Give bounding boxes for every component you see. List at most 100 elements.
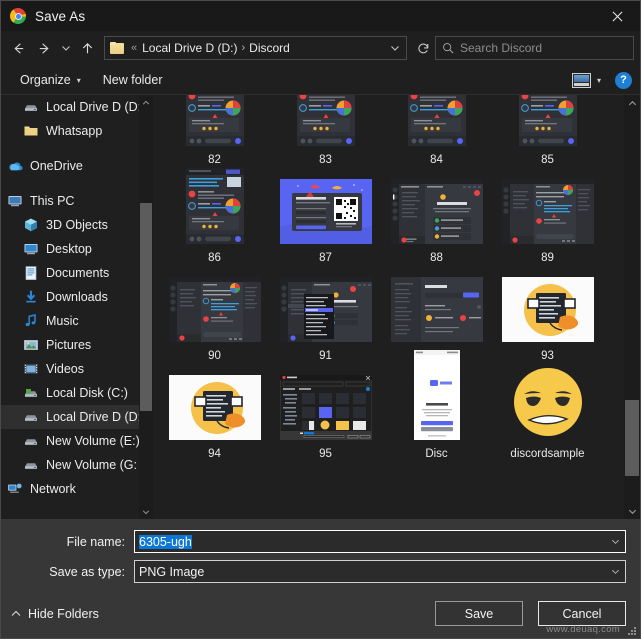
sidebar-item-label: New Volume (G: [46,458,137,472]
file-item[interactable]: 93 [492,269,603,367]
close-icon[interactable] [594,1,640,31]
file-grid: 8283848586878889909192939495Discdiscords… [153,95,624,519]
sidebar-item-music[interactable]: Music [1,309,153,333]
chevron-up-icon[interactable] [624,95,640,111]
file-pane-scrollbar[interactable] [624,95,640,519]
up-arrow-icon[interactable] [74,35,100,61]
file-name-label: 91 [319,345,332,367]
chevron-up-icon[interactable] [139,95,153,110]
file-grid-row: 868788 89 [159,171,618,269]
sidebar-divider [1,143,153,154]
hide-folders-label: Hide Folders [28,607,99,621]
file-list-pane[interactable]: 8283848586878889909192939495Discdiscords… [153,95,640,519]
search-box[interactable]: Search Discord [435,36,634,60]
file-item[interactable]: discordsample [492,367,603,465]
file-thumbnail [270,171,381,247]
search-input[interactable]: Search Discord [460,41,542,55]
sidebar-item-documents[interactable]: Documents [1,261,153,285]
filetype-label: Save as type: [15,565,134,579]
sidebar-item-videos[interactable]: Videos [1,357,153,381]
file-item[interactable]: 94 [159,367,270,465]
sidebar-item-new-volume-e[interactable]: New Volume (E:) [1,429,153,453]
watermark: www.deuaq.com [546,624,620,635]
file-name-label: 85 [541,149,554,171]
address-bar[interactable]: « Local Drive D (D:) › Discord [104,36,407,60]
sidebar-scrollbar-thumb[interactable] [140,203,152,411]
pictures-icon [23,337,39,353]
file-item[interactable]: 85 [492,95,603,171]
sidebar-item-whatsapp[interactable]: Whatsapp [1,119,153,143]
onedrive-icon [7,158,23,174]
file-item[interactable]: 82 [159,95,270,171]
back-arrow-icon[interactable] [5,35,31,61]
filetype-chevron-down-icon[interactable] [606,567,625,576]
sidebar-item-local-drive-d-d[interactable]: Local Drive D (D: [1,95,153,119]
file-item[interactable]: 95 [270,367,381,465]
file-item[interactable]: 88 [381,171,492,269]
breadcrumb-overflow[interactable]: « [129,42,139,54]
videos-icon [23,361,39,377]
file-thumbnail [492,269,603,345]
help-button[interactable]: ? [615,72,632,89]
sidebar-item-downloads[interactable]: Downloads [1,285,153,309]
sidebar-item-3d-objects[interactable]: 3D Objects [1,213,153,237]
file-item[interactable]: 86 [159,171,270,269]
view-layout-icon[interactable] [572,73,591,88]
address-chevron-down-icon[interactable] [384,37,406,59]
sidebar-item-label: Local Disk (C:) [46,386,128,400]
filetype-combo[interactable]: PNG Image [134,560,626,583]
file-item[interactable]: 90 [159,269,270,367]
sidebar-item-network[interactable]: Network [1,477,153,501]
chevron-down-icon[interactable] [139,504,153,519]
chevron-down-icon[interactable] [624,503,640,519]
folder-icon [23,123,39,139]
file-item[interactable]: 84 [381,95,492,171]
sidebar-item-new-volume-g[interactable]: New Volume (G: [1,453,153,477]
file-thumbnail [159,95,270,149]
filename-combo[interactable]: 6305-ugh [134,530,626,553]
file-pane-scrollbar-thumb[interactable] [625,400,639,476]
sidebar-item-local-drive-d-d[interactable]: Local Drive D (D: [1,405,153,429]
hide-folders-button[interactable]: Hide Folders [11,607,99,621]
sidebar-item-label: Videos [46,362,84,376]
sidebar-item-desktop[interactable]: Desktop [1,237,153,261]
chevron-up-icon [11,609,21,619]
breadcrumb: « Local Drive D (D:) › Discord [129,41,384,55]
downloads-icon [23,289,39,305]
file-thumbnail [381,171,492,247]
sidebar-item-local-disk-c[interactable]: Local Disk (C:) [1,381,153,405]
window-title: Save As [35,9,85,24]
breadcrumb-item-drive[interactable]: Local Drive D (D:) [139,41,240,55]
forward-arrow-icon[interactable] [31,35,57,61]
new-folder-button[interactable]: New folder [97,70,169,90]
view-chevron-down-icon[interactable]: ▾ [593,76,609,85]
file-item[interactable]: 87 [270,171,381,269]
breadcrumb-item-folder[interactable]: Discord [246,41,293,55]
cancel-button[interactable]: Cancel [538,601,626,626]
file-item[interactable]: 83 [270,95,381,171]
save-button[interactable]: Save [435,601,523,626]
file-name-label: 89 [541,247,554,269]
recent-locations-chevron-down-icon[interactable] [57,35,74,61]
sidebar-item-this-pc[interactable]: This PC [1,189,153,213]
file-item[interactable]: 91 [270,269,381,367]
file-thumbnail [381,269,492,345]
sidebar-item-pictures[interactable]: Pictures [1,333,153,357]
sidebar-scrollbar[interactable] [139,95,153,519]
sidebar-item-onedrive[interactable]: OneDrive [1,154,153,178]
file-name-label: 84 [430,149,443,171]
file-thumbnail [270,367,381,443]
file-grid-row: 8283 84 85 [159,95,618,171]
file-item[interactable]: 89 [492,171,603,269]
refresh-icon[interactable] [411,36,435,60]
sidebar-item-label: OneDrive [30,159,83,173]
resize-grip[interactable] [627,626,636,635]
navigation-bar: « Local Drive D (D:) › Discord Search Di… [1,31,640,65]
drive-icon [23,433,39,449]
filename-chevron-down-icon[interactable] [606,537,625,546]
file-name-label: 95 [319,443,332,465]
chrome-icon [10,8,26,24]
filename-input[interactable]: 6305-ugh [135,535,606,549]
organize-button[interactable]: Organize ▾ [14,70,87,90]
file-item[interactable]: Disc [381,367,492,465]
